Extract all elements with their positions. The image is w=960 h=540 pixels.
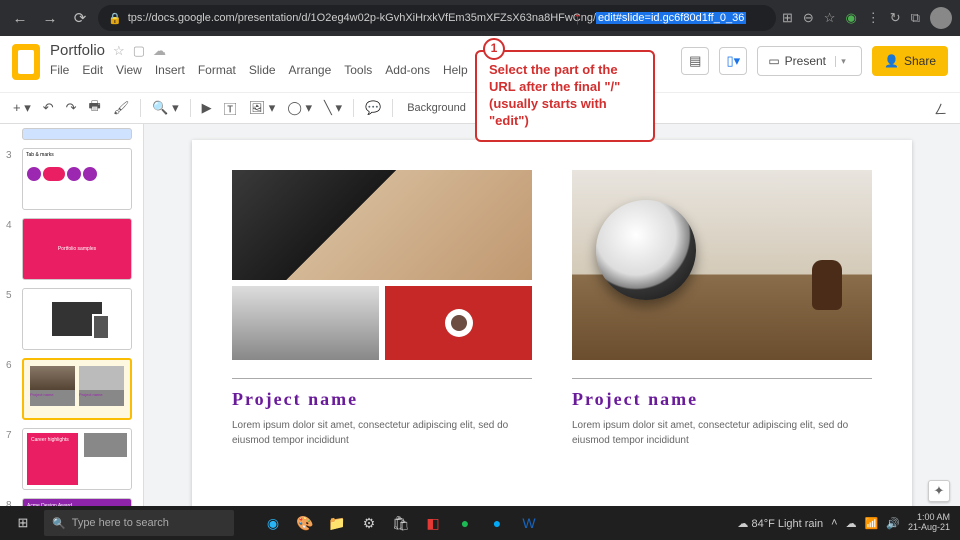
tray-cloud-icon[interactable]: ☁ — [846, 517, 857, 530]
hide-menus-icon[interactable]: ㄥ — [929, 96, 952, 121]
proj1-image-b — [385, 286, 532, 360]
meet-icon[interactable]: ▯▾ — [719, 47, 747, 75]
proj2-desc: Lorem ipsum dolor sit amet, consectetur … — [572, 418, 872, 448]
ext3-icon[interactable]: ↻ — [890, 10, 901, 26]
project-1: Project name Lorem ipsum dolor sit amet,… — [232, 170, 532, 506]
reload-icon[interactable]: ⟳ — [68, 6, 92, 30]
instruction-callout: 1 Select the part of the URL after the f… — [475, 50, 655, 142]
star-doc-icon[interactable]: ☆ — [113, 43, 125, 59]
shape-icon[interactable]: ◯ ▾ — [282, 97, 317, 119]
comments-icon[interactable]: ▤ — [681, 47, 709, 75]
thumb-5[interactable] — [22, 288, 132, 350]
present-dropdown-icon: ▾ — [835, 56, 851, 67]
menu-insert[interactable]: Insert — [155, 63, 185, 77]
weather-widget[interactable]: ☁ 84°F Light rain — [737, 517, 823, 530]
menu-arrange[interactable]: Arrange — [289, 63, 332, 77]
menu-edit[interactable]: Edit — [82, 63, 103, 77]
project-2: Project name Lorem ipsum dolor sit amet,… — [572, 170, 872, 506]
tray-wifi-icon[interactable]: 📶 — [865, 517, 879, 530]
paint-icon[interactable]: 🖌 — [108, 97, 135, 119]
menu-slide[interactable]: Slide — [249, 63, 276, 77]
undo-icon[interactable]: ↶ — [38, 97, 59, 119]
share-button[interactable]: 👤 Share — [872, 46, 948, 76]
zoom-icon[interactable]: ⊖ — [803, 10, 814, 26]
new-slide-icon[interactable]: + ▾ — [8, 97, 36, 119]
zoom-tool-icon[interactable]: 🔍 ▾ — [147, 97, 183, 119]
app-office-icon[interactable]: ◧ — [418, 509, 448, 537]
forward-icon[interactable]: → — [38, 6, 62, 30]
star-icon[interactable]: ☆ — [824, 10, 836, 26]
url-selected: edit#slide=id.gc6f80d1ff_0_36 — [596, 12, 746, 24]
thumb-4[interactable]: Portfolio samples — [22, 218, 132, 280]
tray-chevron-icon[interactable]: ˄ — [831, 517, 837, 529]
start-icon[interactable]: ⊞ — [6, 509, 40, 537]
canvas[interactable]: Project name Lorem ipsum dolor sit amet,… — [144, 124, 960, 506]
background-button[interactable]: Background — [399, 99, 474, 117]
doc-title[interactable]: Portfolio — [50, 42, 105, 59]
qr-icon[interactable]: ⊞ — [782, 10, 793, 26]
menu-addons[interactable]: Add-ons — [385, 63, 430, 77]
menu-view[interactable]: View — [116, 63, 142, 77]
proj1-title: Project name — [232, 389, 532, 410]
line-icon[interactable]: ╲ ▾ — [319, 97, 347, 119]
tray-clock[interactable]: 1:00 AM21-Aug-21 — [908, 513, 954, 533]
print-icon[interactable]: 🖶 — [84, 94, 106, 122]
current-slide[interactable]: Project name Lorem ipsum dolor sit amet,… — [192, 140, 912, 506]
select-icon[interactable]: ▶ — [197, 97, 217, 119]
tray-volume-icon[interactable]: 🔊 — [886, 517, 900, 530]
explore-button[interactable]: ✦ — [928, 480, 950, 502]
address-bar[interactable]: 🔒 tps://docs.google.com/presentation/d/1… — [98, 5, 776, 31]
url-text: tps://docs.google.com/presentation/d/1O2… — [128, 12, 766, 24]
app-paint-icon[interactable]: 🎨 — [290, 509, 320, 537]
callout-arrow-icon: ↑ — [573, 8, 582, 29]
windows-taskbar: ⊞ 🔍 Type here to search ◉ 🎨 📁 ⚙ 🛍 ◧ ● ● … — [0, 506, 960, 540]
profile-avatar[interactable] — [930, 7, 952, 29]
image-icon[interactable]: 🖼 ▾ — [244, 97, 281, 119]
present-button[interactable]: ▭ Present▾ — [757, 46, 862, 76]
textbox-icon[interactable]: 🅃 — [219, 96, 242, 121]
menu-help[interactable]: Help — [443, 63, 468, 77]
app-edge-icon[interactable]: ◉ — [258, 509, 288, 537]
thumb-6-selected[interactable]: Project nameProject name — [22, 358, 132, 420]
thumb-3[interactable]: Tab & marks — [22, 148, 132, 210]
thumb-7[interactable]: Career highlights — [22, 428, 132, 490]
lock-icon: 🔒 — [108, 12, 122, 25]
thumb-1[interactable] — [22, 128, 132, 140]
app-explorer-icon[interactable]: 📁 — [322, 509, 352, 537]
menu-tools[interactable]: Tools — [344, 63, 372, 77]
app-store-icon[interactable]: 🛍 — [386, 509, 416, 537]
ext4-icon[interactable]: ⧉ — [911, 10, 920, 26]
app-word-icon[interactable]: W — [514, 509, 544, 537]
browser-bar: ← → ⟳ 🔒 tps://docs.google.com/presentati… — [0, 0, 960, 36]
menu-file[interactable]: File — [50, 63, 69, 77]
app-spotify-icon[interactable]: ● — [450, 509, 480, 537]
cloud-icon[interactable]: ☁ — [153, 43, 166, 59]
app-qb-icon[interactable]: ● — [482, 509, 512, 537]
ext1-icon[interactable]: ◉ — [845, 10, 856, 26]
callout-text: Select the part of the URL after the fin… — [489, 62, 620, 128]
proj2-title: Project name — [572, 389, 872, 410]
callout-number: 1 — [483, 38, 505, 60]
proj2-image-main — [572, 170, 872, 360]
ext2-icon[interactable]: ⋮ — [867, 10, 880, 26]
redo-icon[interactable]: ↷ — [61, 97, 82, 119]
back-icon[interactable]: ← — [8, 6, 32, 30]
proj1-image-main — [232, 170, 532, 280]
move-doc-icon[interactable]: ▢ — [133, 43, 145, 59]
taskbar-search[interactable]: 🔍 Type here to search — [44, 510, 234, 536]
slide-thumbnails: 3Tab & marks 4Portfolio samples 5 6Proje… — [0, 124, 144, 506]
thumb-8[interactable]: Acme Design Award — [22, 498, 132, 506]
proj1-image-a — [232, 286, 379, 360]
app-settings-icon[interactable]: ⚙ — [354, 509, 384, 537]
proj1-desc: Lorem ipsum dolor sit amet, consectetur … — [232, 418, 532, 448]
slides-logo-icon[interactable] — [12, 44, 40, 80]
menu-format[interactable]: Format — [198, 63, 236, 77]
comment-icon[interactable]: 💬 — [360, 97, 386, 119]
